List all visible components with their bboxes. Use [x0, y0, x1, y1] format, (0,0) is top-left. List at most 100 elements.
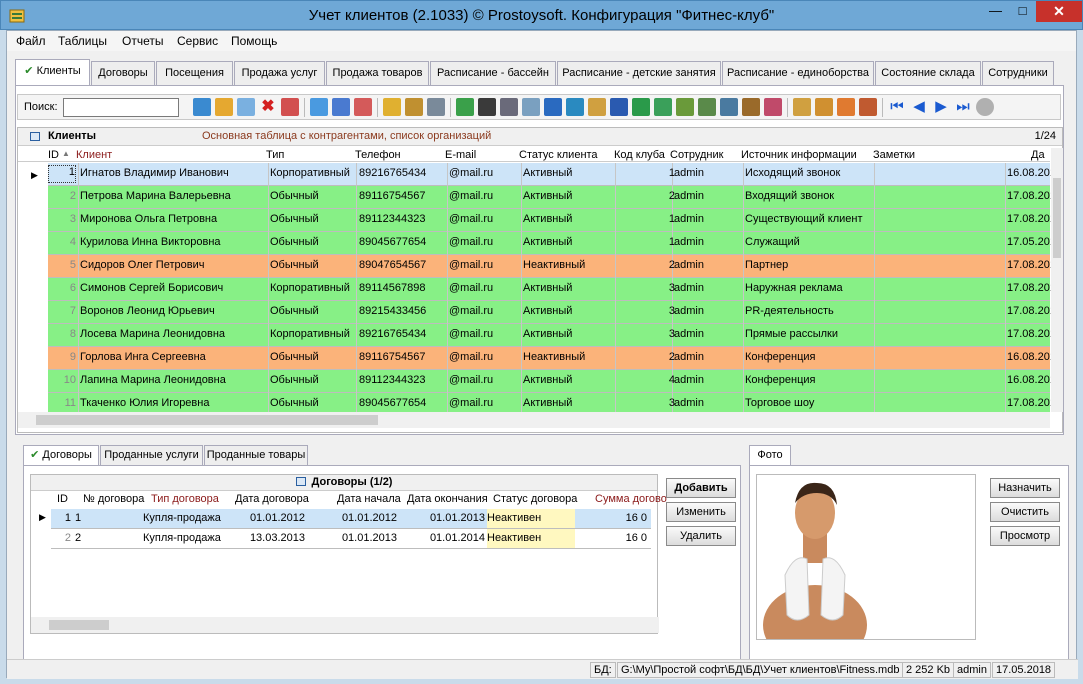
cell-status[interactable]: Неактивный: [523, 259, 615, 271]
cell-date[interactable]: 16.08.201: [1007, 167, 1051, 179]
cell-name[interactable]: Лосева Марина Леонидовна: [80, 328, 266, 340]
cell-sum[interactable]: 16 0: [577, 512, 647, 524]
cell-source[interactable]: Входящий звонок: [745, 190, 873, 202]
cell-email[interactable]: @mail.ru: [449, 305, 521, 317]
menu-help[interactable]: Помощь: [231, 34, 277, 48]
col-status[interactable]: Статус клиента: [519, 149, 598, 161]
settings-grid-icon[interactable]: [859, 98, 877, 116]
col-source[interactable]: Источник информации: [741, 149, 857, 161]
cell-phone[interactable]: 89216765434: [359, 167, 447, 179]
cell-email[interactable]: @mail.ru: [449, 236, 521, 248]
cell-source[interactable]: Конференция: [745, 351, 873, 363]
cell-source[interactable]: Партнер: [745, 259, 873, 271]
tab-service-sales[interactable]: Продажа услуг: [234, 61, 325, 85]
sort-desc-icon[interactable]: [815, 98, 833, 116]
cell-club[interactable]: 1: [615, 167, 675, 179]
cell-status[interactable]: Активный: [523, 397, 615, 409]
cell-date[interactable]: 17.08.201: [1007, 328, 1051, 340]
grid-vertical-scrollbar[interactable]: [1051, 148, 1063, 412]
cell-club[interactable]: 4: [615, 374, 675, 386]
cell-email[interactable]: @mail.ru: [449, 259, 521, 271]
cell-start[interactable]: 01.01.2013: [307, 532, 397, 544]
prev-record-icon[interactable]: ◀: [910, 98, 928, 116]
cell-status[interactable]: Активный: [523, 167, 615, 179]
cell-type[interactable]: Обычный: [270, 374, 356, 386]
filter-clear-icon[interactable]: [354, 98, 372, 116]
cell-phone[interactable]: 89112344323: [359, 374, 447, 386]
binoculars-icon[interactable]: [478, 98, 496, 116]
cell-end[interactable]: 01.01.2014: [399, 532, 485, 544]
table-row[interactable]: 8 Лосева Марина Леонидовна Корпоративный 89…: [48, 324, 1051, 347]
cell-date[interactable]: 17.08.201: [1007, 397, 1051, 409]
refresh-icon[interactable]: [456, 98, 474, 116]
cell-phone[interactable]: 89116754567: [359, 351, 447, 363]
cell-name[interactable]: Игнатов Владимир Иванович: [80, 167, 266, 179]
csv-icon[interactable]: [698, 98, 716, 116]
cell-type[interactable]: Обычный: [270, 236, 356, 248]
print-preview-icon[interactable]: [522, 98, 540, 116]
cell-name[interactable]: Горлова Инга Сергеевна: [80, 351, 266, 363]
cell-employee[interactable]: admin: [674, 259, 744, 271]
cell-employee[interactable]: admin: [674, 305, 744, 317]
columns-icon[interactable]: [837, 98, 855, 116]
cell-date[interactable]: 17.05.201: [1007, 236, 1051, 248]
cell-end[interactable]: 01.01.2013: [399, 512, 485, 524]
cell-name[interactable]: Миронова Ольга Петровна: [80, 213, 266, 225]
cell-type[interactable]: Купля-продажа: [143, 532, 229, 544]
delete-icon[interactable]: ✖: [259, 98, 277, 116]
view-photo-button[interactable]: Просмотр: [990, 526, 1060, 546]
tab-visits[interactable]: Посещения: [156, 61, 233, 85]
tab-schedule-martial[interactable]: Расписание - единоборства: [722, 61, 874, 85]
cell-email[interactable]: @mail.ru: [449, 328, 521, 340]
cell-employee[interactable]: admin: [674, 397, 744, 409]
cell-date[interactable]: 17.08.201: [1007, 282, 1051, 294]
col-contract-number[interactable]: № договора: [83, 493, 144, 505]
filter-icon[interactable]: [310, 98, 328, 116]
cell-date[interactable]: 16.08.201: [1007, 374, 1051, 386]
copy-icon[interactable]: [237, 98, 255, 116]
cell-club[interactable]: 3: [615, 397, 675, 409]
table-export-icon[interactable]: [676, 98, 694, 116]
cell-email[interactable]: @mail.ru: [449, 282, 521, 294]
cell-employee[interactable]: admin: [674, 374, 744, 386]
vertical-scroll-thumb[interactable]: [1053, 178, 1061, 258]
cell-name[interactable]: Петрова Марина Валерьевна: [80, 190, 266, 202]
cell-club[interactable]: 3: [615, 282, 675, 294]
menu-file[interactable]: Файл: [16, 34, 46, 48]
cell-name[interactable]: Воронов Леонид Юрьевич: [80, 305, 266, 317]
cell-source[interactable]: Торговое шоу: [745, 397, 873, 409]
delete-contract-button[interactable]: Удалить: [666, 526, 736, 546]
tab-goods-sales[interactable]: Продажа товаров: [326, 61, 429, 85]
col-id[interactable]: ID: [48, 149, 59, 161]
cell-phone[interactable]: 89116754567: [359, 190, 447, 202]
cell-email[interactable]: @mail.ru: [449, 213, 521, 225]
cell-name[interactable]: Сидоров Олег Петрович: [80, 259, 266, 271]
chart-icon[interactable]: [764, 98, 782, 116]
cell-date[interactable]: 01.01.2012: [229, 512, 305, 524]
cell-start[interactable]: 01.01.2012: [307, 512, 397, 524]
add-contract-button[interactable]: Добавить: [666, 478, 736, 498]
word-export-icon[interactable]: [544, 98, 562, 116]
table-row[interactable]: 1 Игнатов Владимир Иванович Корпоративный 8…: [48, 163, 1051, 186]
cell-source[interactable]: Наружная реклама: [745, 282, 873, 294]
cell-name[interactable]: Лапина Марина Леонидовна: [80, 374, 266, 386]
col-email[interactable]: E-mail: [445, 149, 476, 161]
cell-email[interactable]: @mail.ru: [449, 397, 521, 409]
cell-name[interactable]: Симонов Сергей Борисович: [80, 282, 266, 294]
cell-club[interactable]: 3: [615, 328, 675, 340]
menu-service[interactable]: Сервис: [177, 34, 218, 48]
cell-status[interactable]: Неактивен: [487, 509, 575, 528]
cell-phone[interactable]: 89114567898: [359, 282, 447, 294]
cell-source[interactable]: PR-деятельность: [745, 305, 873, 317]
cell-employee[interactable]: admin: [674, 282, 744, 294]
table-row[interactable]: 5 Сидоров Олег Петрович Обычный 89047654567…: [48, 255, 1051, 278]
col-contract-type[interactable]: Тип договора: [151, 493, 219, 505]
first-record-icon[interactable]: ⏮: [888, 98, 906, 116]
col-employee[interactable]: Сотрудник: [670, 149, 723, 161]
tab-clients[interactable]: ✔ Клиенты: [15, 59, 90, 85]
cell-email[interactable]: @mail.ru: [449, 190, 521, 202]
cell-phone[interactable]: 89216765434: [359, 328, 447, 340]
cell-employee[interactable]: admin: [674, 351, 744, 363]
report-icon[interactable]: [588, 98, 606, 116]
col-contract-id[interactable]: ID: [57, 493, 68, 505]
